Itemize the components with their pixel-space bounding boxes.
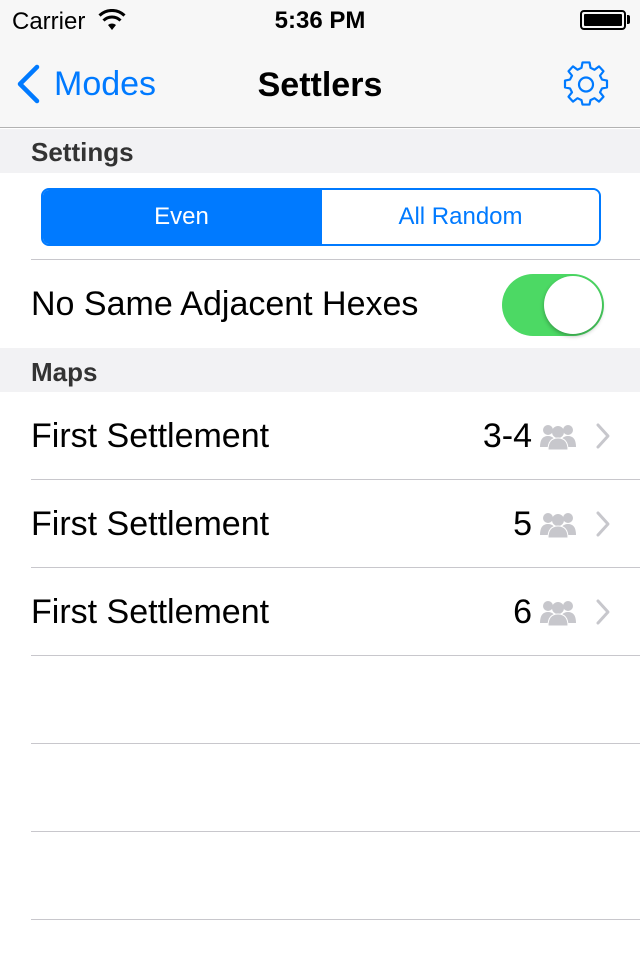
page-title: Settlers	[257, 66, 383, 104]
segment-even[interactable]: Even	[43, 190, 320, 244]
section-header-maps: Maps	[0, 348, 640, 392]
empty-row-separator	[31, 919, 640, 920]
people-icon	[540, 425, 576, 450]
map-row[interactable]: First Settlement 6	[0, 568, 640, 656]
segment-all-random[interactable]: All Random	[320, 190, 599, 244]
battery-tip	[627, 15, 630, 24]
empty-row-separator	[31, 743, 640, 744]
chevron-right-icon	[596, 599, 610, 625]
no-same-adjacent-hexes-toggle[interactable]	[502, 274, 604, 336]
chevron-right-icon	[596, 423, 610, 449]
toggle-label: No Same Adjacent Hexes	[31, 285, 419, 323]
map-row[interactable]: First Settlement 3-4	[0, 392, 640, 480]
row-separator	[31, 655, 640, 656]
section-header-settings: Settings	[0, 129, 640, 173]
people-icon	[540, 513, 576, 538]
status-bar: Carrier 5:36 PM	[0, 0, 640, 40]
navigation-bar: Modes Settlers	[0, 40, 640, 128]
chevron-right-icon	[596, 511, 610, 537]
status-time: 5:36 PM	[274, 7, 366, 34]
battery-icon	[580, 10, 626, 30]
map-name: First Settlement	[31, 505, 270, 543]
empty-row-separator	[31, 831, 640, 832]
distribution-segmented-control[interactable]: Even All Random	[41, 188, 601, 246]
map-row[interactable]: First Settlement 5	[0, 480, 640, 568]
people-icon	[540, 601, 576, 626]
map-player-count: 6	[513, 593, 532, 631]
toggle-row-no-same-adjacent: No Same Adjacent Hexes	[0, 260, 640, 348]
gear-icon[interactable]	[562, 60, 610, 108]
map-player-count: 5	[513, 505, 532, 543]
toggle-knob	[544, 276, 602, 334]
map-name: First Settlement	[31, 417, 270, 455]
map-player-count: 3-4	[482, 417, 532, 455]
map-name: First Settlement	[31, 593, 270, 631]
